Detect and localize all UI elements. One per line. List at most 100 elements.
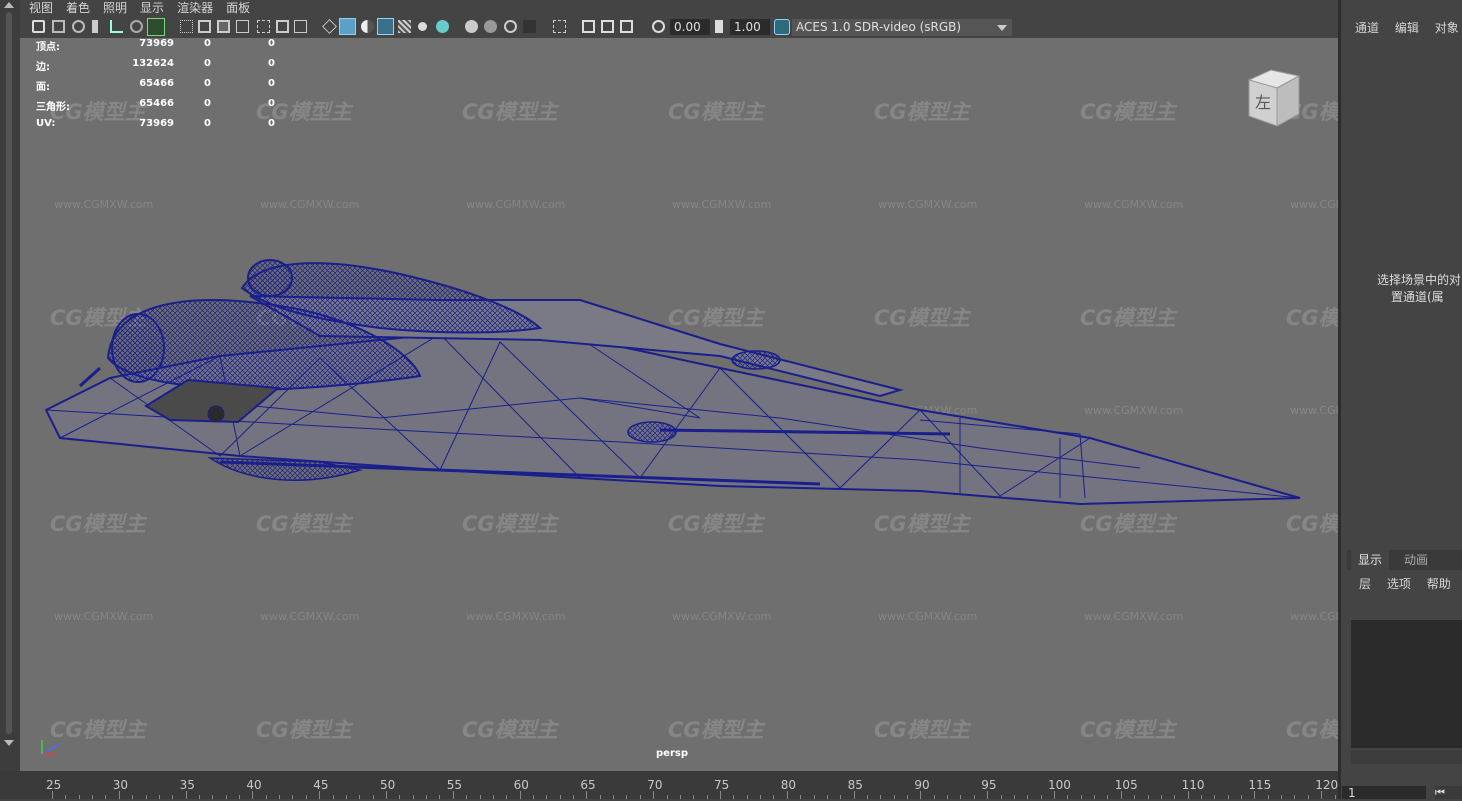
field-chart-icon[interactable]	[257, 20, 270, 33]
grease-pencil-icon[interactable]	[130, 20, 143, 33]
xray-components-icon[interactable]	[620, 20, 633, 33]
shadows-icon[interactable]	[436, 20, 449, 33]
hud-value: 0	[268, 78, 275, 89]
timeline-tick	[225, 795, 227, 799]
timeline-tick	[960, 795, 962, 799]
viewcube[interactable]: 左	[1245, 66, 1303, 130]
motion-blur-icon[interactable]	[484, 20, 497, 33]
timeline-tick	[1107, 795, 1109, 799]
color-management-icon[interactable]	[774, 19, 790, 35]
timeline-tick	[893, 795, 895, 799]
select-camera-icon[interactable]	[32, 20, 45, 33]
menu-view[interactable]: 视图	[29, 1, 53, 15]
smooth-shade-icon[interactable]	[339, 18, 356, 35]
timeline-tick	[786, 791, 788, 799]
screen-space-ao-icon[interactable]	[465, 20, 478, 33]
poly-count-hud: 顶点: 73969 0 0 边: 132624 0 0 面: 65466 0 0…	[36, 38, 306, 138]
menu-renderer[interactable]: 渲染器	[177, 1, 213, 15]
timeline-tick	[679, 795, 681, 799]
safe-action-icon[interactable]	[276, 20, 289, 33]
timeline-tick	[653, 791, 655, 799]
timeline-tick-label: 65	[580, 778, 596, 792]
hud-value: 0	[204, 78, 211, 89]
depth-of-field-icon[interactable]	[523, 20, 536, 33]
timeline-tick-label: 55	[446, 778, 463, 792]
channel-box-panel: 通道 编辑 对象 选择场景中的对 置通道(属 显示 动画 层 选项 帮助 1 ⏮	[1338, 0, 1462, 800]
scroll-down-icon[interactable]	[4, 740, 14, 746]
3d-viewport[interactable]: CG模型主CG模型主CG模型主CG模型主CG模型主CG模型主CG模型主CG模型主…	[20, 38, 1338, 771]
hud-value: 73969	[139, 38, 174, 49]
timeline-tick	[399, 795, 401, 799]
gamma-field[interactable]: 1.00	[730, 19, 770, 35]
pencil-tool-icon[interactable]	[147, 18, 165, 36]
range-start-field[interactable]: 1	[1342, 786, 1426, 800]
timeline-tick	[1174, 795, 1176, 799]
timeline-tick	[479, 795, 481, 799]
exposure-field[interactable]: 0.00	[670, 19, 710, 35]
image-plane-icon[interactable]	[92, 20, 98, 33]
timeline-tick	[1227, 795, 1229, 799]
menu-help[interactable]: 帮助	[1427, 577, 1451, 591]
timeline-tick	[92, 795, 94, 799]
left-scrollbar[interactable]	[6, 12, 12, 734]
timeline-tick-label: 50	[380, 778, 396, 792]
wireframe-on-shaded-icon[interactable]	[377, 18, 394, 35]
spaceship-wireframe-model[interactable]	[20, 38, 1338, 771]
isolate-select-icon[interactable]	[553, 20, 566, 33]
timeline-tick	[519, 791, 521, 799]
menu-lighting[interactable]: 照明	[103, 1, 127, 15]
hud-row-edges: 边: 132624 0 0	[36, 58, 306, 78]
hud-value: 0	[268, 58, 275, 69]
tab-display[interactable]: 显示	[1351, 550, 1390, 570]
resolution-gate-icon[interactable]	[217, 20, 230, 33]
timeline-tick	[492, 795, 494, 799]
timeline-tick	[880, 795, 882, 799]
hud-value: 65466	[139, 78, 174, 89]
timeline-tick	[158, 795, 160, 799]
bookmark-icon[interactable]	[72, 20, 85, 33]
menu-show[interactable]: 显示	[140, 1, 164, 15]
menu-panels[interactable]: 面板	[226, 1, 250, 15]
go-to-start-button[interactable]: ⏮	[1435, 786, 1462, 799]
film-gate-icon[interactable]	[198, 20, 211, 33]
layer-list[interactable]	[1351, 620, 1462, 748]
2d-pan-zoom-icon[interactable]	[110, 20, 123, 33]
menu-edit[interactable]: 编辑	[1395, 21, 1419, 35]
tab-animation[interactable]: 动画	[1397, 550, 1435, 570]
timeline-tick	[305, 795, 307, 799]
timeline-tick	[920, 791, 922, 799]
camera-attributes-icon[interactable]	[52, 20, 65, 33]
timeline-tick	[973, 795, 975, 799]
timeline-tick	[332, 795, 334, 799]
grid-icon[interactable]	[180, 20, 193, 33]
gate-mask-icon[interactable]	[236, 20, 249, 33]
layer-list-scrollbar[interactable]	[1351, 750, 1462, 764]
timeline-tick	[1080, 795, 1082, 799]
timeline-tick	[733, 795, 735, 799]
lights-icon[interactable]	[418, 22, 427, 31]
xray-icon[interactable]	[582, 20, 595, 33]
hud-label: 三角形:	[36, 102, 70, 113]
default-material-icon[interactable]	[361, 20, 374, 33]
anti-aliasing-icon[interactable]	[504, 20, 517, 33]
gamma-icon[interactable]	[715, 20, 723, 33]
color-space-select[interactable]: ACES 1.0 SDR-video (sRGB)	[792, 19, 1012, 36]
menu-channels[interactable]: 通道	[1355, 21, 1379, 35]
axis-gizmo-icon	[41, 740, 61, 755]
hud-row-triangles: 三角形: 65466 0 0	[36, 98, 306, 118]
exposure-icon[interactable]	[652, 20, 665, 33]
textured-icon[interactable]	[398, 20, 411, 33]
safe-title-icon[interactable]	[294, 20, 307, 33]
scroll-up-icon[interactable]	[4, 2, 14, 8]
menu-options[interactable]: 选项	[1387, 577, 1411, 591]
timeline-tick	[506, 795, 508, 799]
timeline-tick-label: 95	[981, 778, 997, 792]
menu-object[interactable]: 对象	[1435, 21, 1459, 35]
timeline-tick	[319, 791, 321, 799]
time-slider[interactable]: 25 30 35 40 45 50 55 60 65 70 75 80 85 90 95 100 105 110 1…	[0, 771, 1376, 799]
xray-joints-icon[interactable]	[601, 20, 614, 33]
layer-editor-tabs: 显示 动画	[1347, 550, 1462, 570]
wireframe-icon[interactable]	[322, 19, 337, 34]
menu-layers[interactable]: 层	[1359, 577, 1371, 591]
menu-shading[interactable]: 着色	[66, 1, 90, 15]
